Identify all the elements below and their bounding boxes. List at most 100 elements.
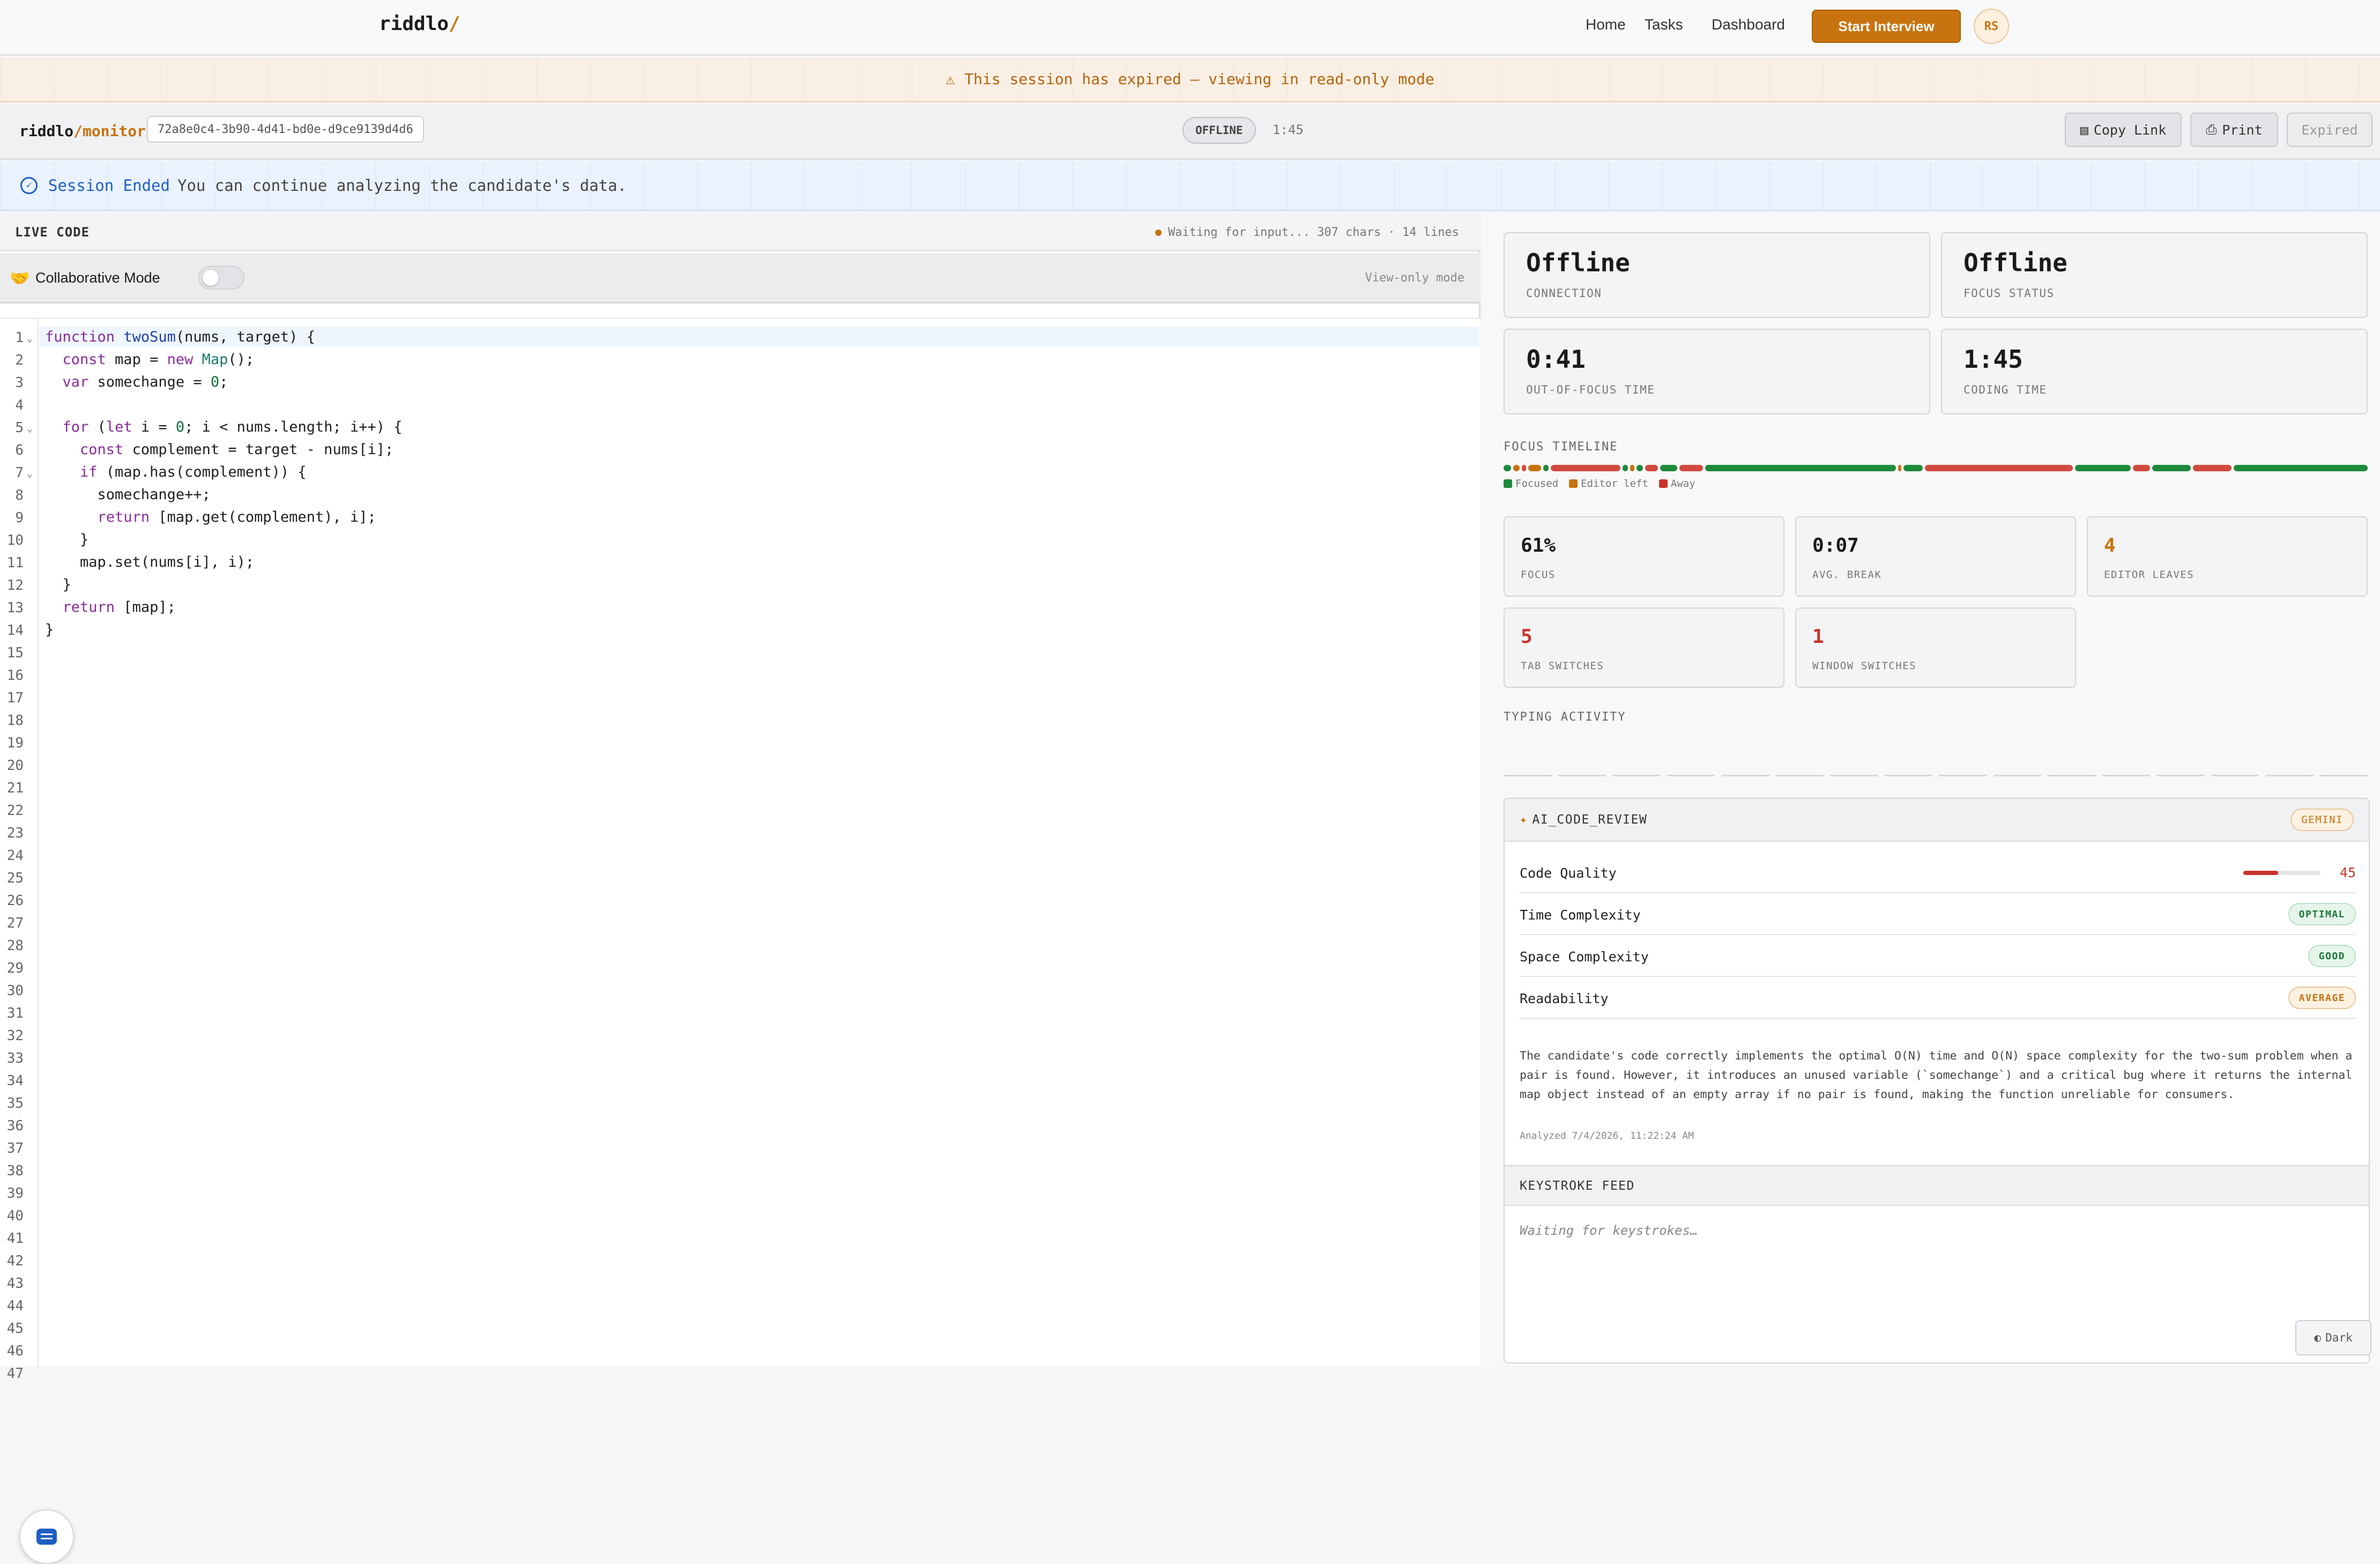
typing-activity-chart bbox=[1504, 775, 2368, 777]
connection-card: Offline CONNECTION bbox=[1504, 232, 1930, 318]
handshake-icon: 🤝 bbox=[10, 269, 30, 288]
timeline-segment bbox=[1630, 465, 1634, 471]
tab-switches-value: 5 bbox=[1521, 626, 1533, 648]
line-number: 5 bbox=[15, 420, 24, 436]
focus-status-label: FOCUS STATUS bbox=[1963, 287, 2055, 300]
line-number: 2 bbox=[15, 352, 24, 368]
line-number: 9 bbox=[15, 510, 24, 526]
keystroke-feed-card: KEYSTROKE FEED Waiting for keystrokes… bbox=[1504, 1165, 2370, 1363]
collab-mode-toggle[interactable] bbox=[198, 266, 244, 290]
typing-activity-segment bbox=[2265, 775, 2314, 776]
line-number: 13 bbox=[6, 600, 24, 616]
line-number: 17 bbox=[6, 690, 24, 706]
typing-activity-segment bbox=[2102, 775, 2150, 776]
window-switches-card: 1 WINDOW SWITCHES bbox=[1795, 607, 2076, 688]
session-timer: 1:45 bbox=[1273, 122, 1304, 137]
line-number: 16 bbox=[6, 668, 24, 684]
out-of-focus-value: 0:41 bbox=[1526, 345, 1586, 374]
fold-chevron-icon[interactable]: ⌄ bbox=[27, 333, 33, 344]
typing-activity-title: TYPING ACTIVITY bbox=[1504, 710, 1626, 724]
timeline-segment bbox=[1660, 465, 1677, 471]
copy-link-button[interactable]: ▤ Copy Link bbox=[2065, 113, 2182, 147]
session-ended-notice: ✓ Session Ended You can continue analyzi… bbox=[0, 161, 2380, 211]
window-switches-label: WINDOW SWITCHES bbox=[1812, 660, 1917, 672]
timeline-segment bbox=[2075, 465, 2131, 471]
typing-activity-segment bbox=[1775, 775, 1824, 776]
line-number: 47 bbox=[6, 1366, 24, 1382]
focus-metric-card: 61% FOCUS bbox=[1504, 516, 1784, 597]
legend-focused: Focused bbox=[1504, 478, 1558, 490]
chat-button[interactable] bbox=[19, 1509, 74, 1564]
status-dot-icon bbox=[1155, 229, 1162, 236]
line-number: 18 bbox=[6, 713, 24, 729]
theme-toggle-button[interactable]: ◐ Dark bbox=[2295, 1320, 2371, 1355]
focus-status-card: Offline FOCUS STATUS bbox=[1941, 232, 2368, 318]
fold-chevron-icon[interactable]: ⌄ bbox=[27, 423, 33, 434]
line-number: 40 bbox=[6, 1208, 24, 1224]
time-complexity-label: Time Complexity bbox=[1520, 907, 1641, 923]
fold-chevron-icon[interactable]: ⌄ bbox=[27, 468, 33, 479]
expired-banner: ⚠ This session has expired — viewing in … bbox=[0, 57, 2380, 102]
line-number: 39 bbox=[6, 1185, 24, 1202]
line-number: 21 bbox=[6, 780, 24, 796]
collab-bar: 🤝 Collaborative Mode View-only mode bbox=[0, 253, 1481, 303]
code-quality-bar bbox=[2243, 871, 2320, 875]
line-number: 10 bbox=[6, 532, 24, 548]
avg-break-value: 0:07 bbox=[1812, 535, 1859, 557]
out-of-focus-label: OUT-OF-FOCUS TIME bbox=[1526, 383, 1655, 396]
timeline-segment bbox=[1705, 465, 1896, 471]
code-editor[interactable]: 1 2 3 4 5 6 7 8 9 10 11 12 13 14 15 16 17 18 19 20 21 22 23 24 2… bbox=[0, 317, 1481, 1382]
start-interview-button[interactable]: Start Interview bbox=[1812, 10, 1961, 43]
code-line: const map = new Map(); bbox=[62, 351, 255, 368]
line-number: 4 bbox=[15, 397, 24, 413]
line-number: 14 bbox=[6, 622, 24, 639]
code-line: for (let i = 0; i < nums.length; i++) { bbox=[62, 419, 403, 435]
print-button[interactable]: ⎙ Print bbox=[2190, 113, 2278, 147]
timeline-segment bbox=[1679, 465, 1703, 471]
logo[interactable]: riddlo/ bbox=[379, 13, 460, 35]
clipboard-icon: ▤ bbox=[2080, 122, 2088, 138]
monitor-toolbar: riddlo/monitor 72a8e0c4-3b90-4d41-bd0e-d… bbox=[0, 104, 2380, 160]
session-id[interactable]: 72a8e0c4-3b90-4d41-bd0e-d9ce9139d4d6 bbox=[147, 116, 424, 143]
line-number: 30 bbox=[6, 983, 24, 999]
ai-review-header: ✦ AI_CODE_REVIEW GEMINI bbox=[1505, 799, 2369, 842]
typing-activity-segment bbox=[1504, 775, 1552, 776]
typing-activity-segment bbox=[1558, 775, 1606, 776]
timeline-segment bbox=[1513, 465, 1520, 471]
session-ended-message: You can continue analyzing the candidate… bbox=[177, 176, 627, 195]
typing-activity-segment bbox=[1884, 775, 1932, 776]
editor-leaves-value: 4 bbox=[2104, 535, 2116, 557]
connection-label: CONNECTION bbox=[1526, 287, 1602, 300]
editor-leaves-label: EDITOR LEAVES bbox=[2104, 569, 2195, 581]
timeline-segment bbox=[1543, 465, 1549, 471]
line-number: 22 bbox=[6, 803, 24, 819]
keystroke-feed-header: KEYSTROKE FEED bbox=[1505, 1166, 2369, 1206]
top-navbar: riddlo/ Home Tasks Dashboard Start Inter… bbox=[0, 0, 2380, 56]
typing-activity-segment bbox=[2211, 775, 2259, 776]
line-number: 44 bbox=[6, 1298, 24, 1314]
timeline-segment bbox=[1528, 465, 1541, 471]
focus-metric-value: 61% bbox=[1521, 535, 1556, 557]
focus-timeline-title: FOCUS TIMELINE bbox=[1504, 440, 1618, 454]
code-panel-title: LIVE CODE bbox=[15, 225, 90, 240]
timeline-segment bbox=[1645, 465, 1658, 471]
code-line: function twoSum(nums, target) { bbox=[45, 329, 315, 345]
typing-activity-segment bbox=[2319, 775, 2368, 776]
space-complexity-badge: GOOD bbox=[2308, 945, 2356, 967]
avatar[interactable]: RS bbox=[1974, 9, 2009, 44]
printer-icon: ⎙ bbox=[2206, 122, 2217, 137]
typing-activity-segment bbox=[2048, 775, 2096, 776]
expired-button[interactable]: Expired bbox=[2287, 113, 2372, 147]
timeline-segment bbox=[2133, 465, 2150, 471]
code-panel-header: LIVE CODE Waiting for input... 307 chars… bbox=[0, 213, 1481, 251]
nav-link-dashboard[interactable]: Dashboard bbox=[1712, 16, 1785, 33]
line-number: 29 bbox=[6, 960, 24, 976]
code-line: if (map.has(complement)) { bbox=[80, 464, 307, 480]
readability-label: Readability bbox=[1520, 991, 1609, 1006]
timeline-segment bbox=[2152, 465, 2191, 471]
readability-badge: AVERAGE bbox=[2288, 987, 2356, 1009]
nav-link-tasks[interactable]: Tasks bbox=[1645, 16, 1683, 33]
legend-editor-left: Editor left bbox=[1569, 478, 1648, 490]
nav-link-home[interactable]: Home bbox=[1586, 16, 1626, 33]
code-status: Waiting for input... 307 chars · 14 line… bbox=[1155, 226, 1459, 239]
